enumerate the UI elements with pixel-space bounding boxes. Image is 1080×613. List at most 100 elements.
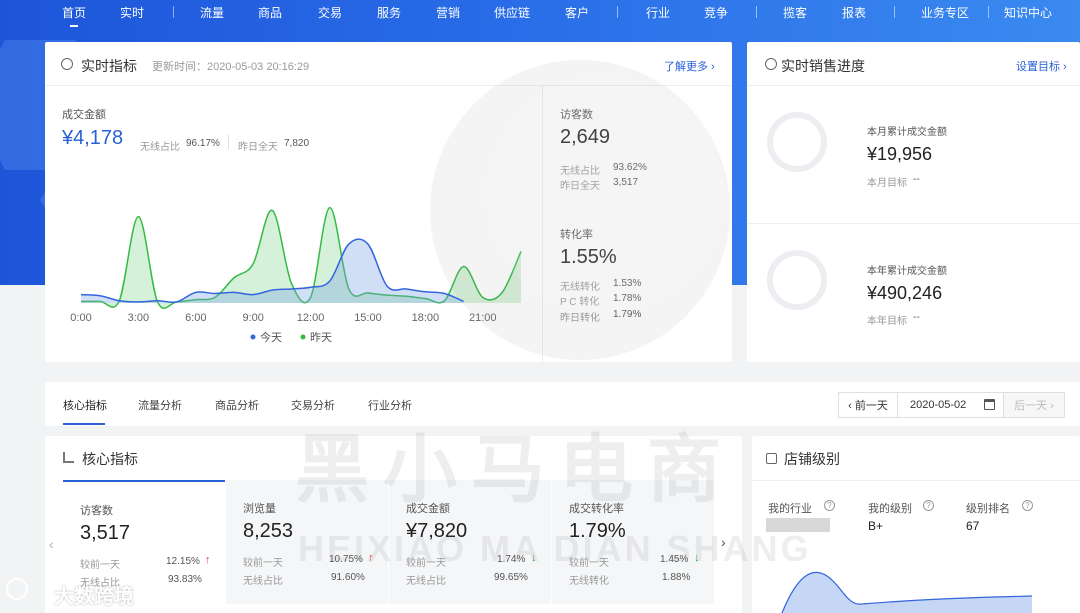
prev-day-button[interactable]: ‹ 前一天: [838, 392, 898, 418]
metric-value: 1.79%: [569, 520, 626, 542]
date-picker[interactable]: 2020-05-02: [897, 392, 1004, 418]
sales-progress-card: 实时销售进度 设置目标 › 本月累计成交金额 ¥19,956 本月目标 -- 本…: [747, 42, 1080, 362]
metric-compare-value: 1.45%: [660, 554, 689, 565]
nav-industry[interactable]: 行业: [646, 4, 670, 21]
top-nav: 首页 实时 流量 商品 交易 服务 营销 供应链 客户 行业 竞争 揽客 报表 …: [0, 0, 1080, 27]
realtime-title: 实时指标: [81, 58, 137, 74]
watermark-logo: [430, 60, 730, 360]
tab-goods[interactable]: 商品分析: [215, 397, 259, 413]
divider: [752, 480, 1080, 481]
metric-sub-label: 无线占比: [243, 576, 283, 587]
metric-value: 8,253: [243, 520, 294, 542]
arrow-down-icon: ↓: [694, 552, 700, 564]
corner-logo-icon: [6, 578, 28, 600]
corner-watermark: 大数跨境: [54, 586, 134, 608]
x-tick-label: 6:00: [185, 312, 206, 324]
month-goal-value: --: [913, 174, 920, 185]
analysis-tabs: 核心指标 流量分析 商品分析 交易分析 行业分析 ‹ 前一天 2020-05-0…: [45, 382, 1080, 426]
metric-sub-label: 无线转化: [569, 576, 609, 587]
metric-sub-value: 1.88%: [662, 572, 691, 583]
tab-trade[interactable]: 交易分析: [291, 397, 335, 413]
shop-icon: [766, 453, 777, 464]
x-tick-label: 15:00: [354, 312, 382, 324]
divider: [228, 135, 229, 149]
divider: [747, 223, 1080, 224]
legend-marker: [300, 334, 306, 340]
year-progress-ring: [767, 250, 827, 310]
nav-competition[interactable]: 竞争: [704, 4, 728, 21]
metric-label: 访客数: [80, 505, 113, 517]
chart-icon: [63, 452, 74, 463]
industry-label: 我的行业: [768, 503, 812, 515]
gmv-mobile-label: 无线占比: [140, 142, 180, 153]
nav-trade[interactable]: 交易: [318, 4, 342, 21]
update-time: 更新时间：2020-05-03 20:16:29: [152, 61, 310, 73]
help-icon[interactable]: ?: [824, 500, 835, 511]
metric-value: ¥7,820: [406, 520, 468, 542]
metric-label: 浏览量: [243, 503, 276, 515]
metric-compare-value: 12.15%: [166, 556, 200, 567]
level-value: B+: [868, 519, 884, 533]
month-goal-label: 本月目标: [867, 178, 907, 189]
nav-reports[interactable]: 报表: [842, 4, 866, 21]
nav-home[interactable]: 首页: [62, 4, 86, 27]
nav-divider: [617, 6, 618, 18]
rank-label: 级别排名: [966, 503, 1010, 515]
month-label: 本月累计成交金额: [867, 127, 947, 138]
metric-compare-label: 较前一天: [406, 558, 446, 569]
sales-card-header: 实时销售进度 设置目标 ›: [747, 42, 1080, 86]
metric-sub-value: 93.83%: [168, 574, 202, 585]
arrow-up-icon: ↑: [205, 554, 211, 566]
year-label: 本年累计成交金额: [867, 266, 947, 277]
nav-goods[interactable]: 商品: [258, 4, 282, 21]
nav-supply-chain[interactable]: 供应链: [494, 4, 530, 21]
help-icon[interactable]: ?: [923, 500, 934, 511]
industry-value-blurred: [766, 518, 830, 532]
chevron-left-icon[interactable]: ‹: [49, 536, 54, 552]
next-day-button[interactable]: 后一天 ›: [1003, 392, 1065, 418]
nav-traffic[interactable]: 流量: [200, 4, 224, 21]
help-icon[interactable]: ?: [1022, 500, 1033, 511]
rank-value: 67: [966, 519, 980, 533]
date-value: 2020-05-02: [910, 399, 967, 411]
metric-pageviews[interactable]: 浏览量 8,253 较前一天 10.75% ↑ 无线占比 91.60%: [226, 480, 388, 604]
metric-compare-label: 较前一天: [80, 560, 120, 571]
tab-industry[interactable]: 行业分析: [368, 397, 412, 413]
metric-sub-label: 无线占比: [406, 576, 446, 587]
legend-label[interactable]: 昨天: [310, 331, 332, 344]
x-tick-label: 0:00: [70, 312, 91, 324]
chevron-right-icon[interactable]: ›: [721, 534, 726, 550]
set-goal-link[interactable]: 设置目标 ›: [1016, 58, 1067, 74]
tab-traffic[interactable]: 流量分析: [138, 397, 182, 413]
legend-label[interactable]: 今天: [260, 330, 282, 344]
nav-knowledge[interactable]: 知识中心: [1004, 4, 1052, 21]
metric-label: 成交金额: [406, 503, 450, 515]
level-trend-chart: [781, 571, 1033, 613]
nav-business-zone[interactable]: 业务专区: [921, 4, 969, 21]
nav-service[interactable]: 服务: [377, 4, 401, 21]
month-value: ¥19,956: [867, 144, 933, 164]
month-progress-ring: [767, 112, 827, 172]
nav-divider: [988, 6, 989, 18]
legend-marker: [250, 334, 256, 340]
metric-conversion[interactable]: 成交转化率 1.79% 较前一天 1.45% ↓ 无线转化 1.88%: [552, 480, 714, 604]
level-label: 我的级别: [868, 503, 912, 515]
calendar-icon: [984, 399, 995, 410]
nav-leads[interactable]: 揽客: [783, 4, 807, 21]
nav-realtime[interactable]: 实时: [120, 4, 144, 21]
metric-gmv[interactable]: 成交金额 ¥7,820 较前一天 1.74% ↓ 无线占比 99.65%: [389, 480, 551, 604]
metric-sub-value: 99.65%: [494, 572, 528, 583]
metric-compare-label: 较前一天: [569, 558, 609, 569]
arrow-up-icon: ↑: [368, 552, 374, 564]
nav-marketing[interactable]: 营销: [436, 4, 460, 21]
nav-customer[interactable]: 客户: [565, 4, 589, 21]
level-area: [782, 572, 1032, 613]
shop-level-card: 店铺级别 我的行业 ? 我的级别 ? B+ 级别排名 ? 67: [752, 436, 1080, 613]
clock-icon: [61, 58, 73, 70]
metric-label: 成交转化率: [569, 503, 624, 515]
tab-core[interactable]: 核心指标: [63, 397, 107, 413]
gmv-label: 成交金额: [62, 109, 106, 121]
gmv-mobile-value: 96.17%: [186, 138, 220, 149]
sales-title: 实时销售进度: [781, 58, 865, 74]
nav-divider: [894, 6, 895, 18]
